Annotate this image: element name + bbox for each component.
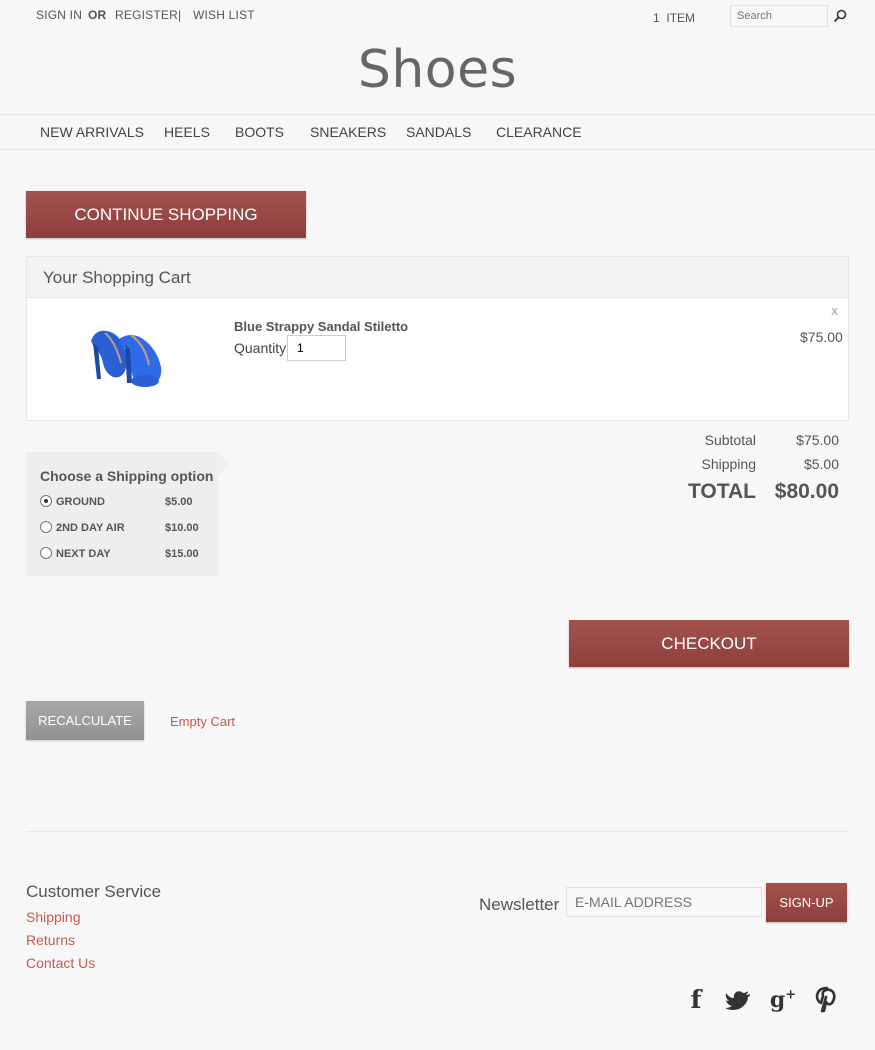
- cart-count[interactable]: 1 ITEM: [653, 11, 695, 25]
- cart-header: Your Shopping Cart: [27, 257, 848, 298]
- remove-item-icon[interactable]: x: [831, 303, 838, 318]
- newsletter-signup-button[interactable]: SIGN-UP: [766, 883, 847, 922]
- nav-heels[interactable]: HEELS: [164, 124, 210, 140]
- option-label-ground[interactable]: GROUND: [56, 496, 105, 508]
- option-price-2nd-day-air: $10.00: [165, 522, 199, 534]
- separator: |: [178, 8, 182, 22]
- sign-in-link[interactable]: SIGN IN: [36, 8, 82, 22]
- footer-link-returns[interactable]: Returns: [26, 932, 75, 948]
- quantity-label: Quantity: [234, 340, 287, 356]
- shipping-options-panel: Choose a Shipping option GROUND $5.00 2N…: [26, 452, 218, 576]
- cart-count-unit: ITEM: [666, 11, 696, 25]
- shipping-value: $5.00: [803, 456, 839, 472]
- footer-link-shipping[interactable]: Shipping: [26, 909, 81, 925]
- or-text: OR: [88, 8, 107, 22]
- cart-count-number: 1: [653, 11, 660, 25]
- register-link[interactable]: REGISTER: [115, 8, 178, 22]
- subtotal-value: $75.00: [796, 432, 839, 448]
- cart-title: Your Shopping Cart: [43, 268, 191, 287]
- twitter-icon[interactable]: [724, 986, 754, 1016]
- product-image[interactable]: [85, 319, 167, 399]
- subtotal-label: Subtotal: [704, 432, 756, 448]
- product-name[interactable]: Blue Strappy Sandal Stiletto: [234, 319, 408, 334]
- pinterest-icon[interactable]: [812, 985, 842, 1015]
- recalculate-button[interactable]: RECALCULATE: [26, 701, 144, 740]
- continue-shopping-button[interactable]: CONTINUE SHOPPING: [26, 191, 306, 238]
- total-label: TOTAL: [687, 480, 756, 503]
- empty-cart-link[interactable]: Empty Cart: [170, 714, 235, 729]
- newsletter-label: Newsletter: [479, 895, 560, 914]
- customer-service-heading: Customer Service: [26, 882, 162, 901]
- shipping-panel-notch: [218, 452, 230, 476]
- option-price-next-day: $15.00: [165, 548, 199, 560]
- facebook-icon[interactable]: f: [681, 985, 711, 1015]
- checkout-button[interactable]: CHECKOUT: [569, 620, 849, 667]
- top-bar: SIGN IN OR REGISTER | WISH LIST 1 ITEM: [0, 0, 875, 34]
- newsletter-email-input[interactable]: [566, 887, 762, 917]
- shipping-title: Choose a Shipping option: [40, 468, 214, 484]
- search-input[interactable]: [730, 5, 828, 27]
- main-nav: NEW ARRIVALS HEELS BOOTS SNEAKERS SANDAL…: [0, 114, 875, 150]
- total-value: $80.00: [774, 480, 839, 503]
- wish-list-link[interactable]: WISH LIST: [193, 8, 255, 22]
- site-logo[interactable]: Shoes: [0, 40, 875, 100]
- footer-divider: [26, 831, 849, 832]
- google-plus-icon[interactable]: g+: [768, 987, 798, 1017]
- nav-clearance[interactable]: CLEARANCE: [496, 124, 582, 140]
- nav-sandals[interactable]: SANDALS: [406, 124, 471, 140]
- radio-next-day[interactable]: [40, 547, 52, 559]
- nav-sneakers[interactable]: SNEAKERS: [310, 124, 386, 140]
- item-price: $75.00: [800, 329, 843, 345]
- footer-link-contact-us[interactable]: Contact Us: [26, 955, 95, 971]
- option-label-next-day[interactable]: NEXT DAY: [56, 548, 111, 560]
- shipping-label: Shipping: [701, 456, 757, 472]
- quantity-input[interactable]: [287, 335, 346, 361]
- nav-new-arrivals[interactable]: NEW ARRIVALS: [40, 124, 144, 140]
- search-icon[interactable]: [833, 9, 847, 23]
- option-price-ground: $5.00: [165, 496, 193, 508]
- cart-panel: Your Shopping Cart Blue Strappy Sandal S…: [26, 256, 849, 421]
- radio-2nd-day-air[interactable]: [40, 521, 52, 533]
- nav-boots[interactable]: BOOTS: [235, 124, 284, 140]
- radio-ground[interactable]: [40, 495, 52, 507]
- option-label-2nd-day-air[interactable]: 2ND DAY AIR: [56, 522, 125, 534]
